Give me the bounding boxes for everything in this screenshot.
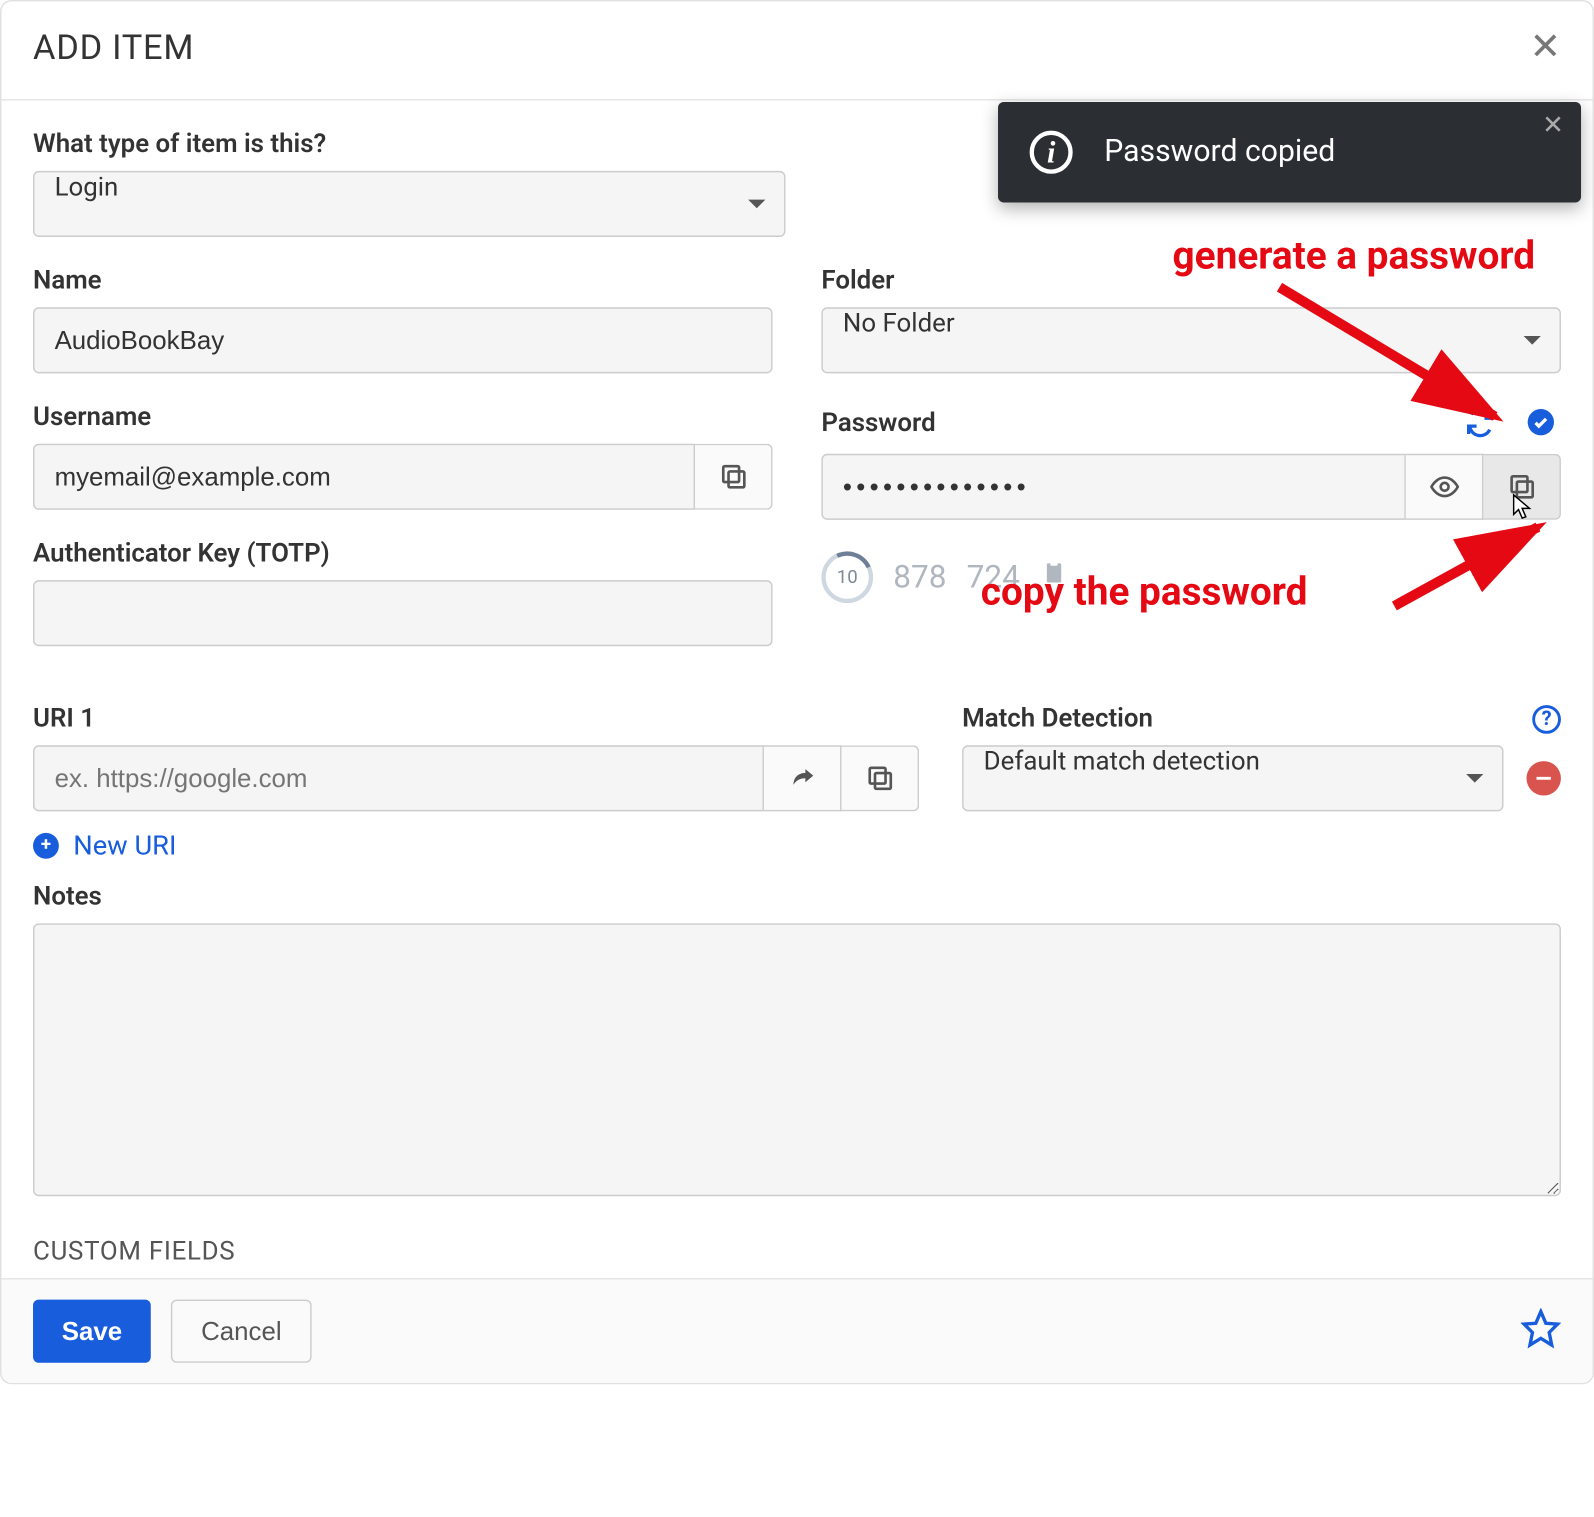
help-icon[interactable]: ? [1532,704,1561,733]
name-input[interactable] [33,307,773,373]
notes-label: Notes [33,882,1561,912]
copy-password-button[interactable] [1483,454,1561,520]
username-label: Username [33,402,773,432]
copy-icon [864,763,896,795]
annotation-generate: generate a password [1172,233,1535,279]
copy-icon [1506,471,1538,503]
modal-footer: Save Cancel [1,1278,1592,1383]
item-type-label: What type of item is this? [33,129,1561,159]
folder-select[interactable]: No Folder [821,307,1561,373]
new-uri-label: New URI [73,829,176,862]
close-icon[interactable]: ✕ [1530,29,1561,66]
star-icon [1521,1308,1561,1348]
plus-circle-icon: + [33,832,59,858]
check-circle-icon [1525,406,1557,438]
new-uri-button[interactable]: + New URI [33,829,919,862]
toggle-password-visibility-button[interactable] [1406,454,1484,520]
totp-input[interactable] [33,580,773,646]
totp-code-a: 878 [893,559,946,595]
refresh-icon [1465,406,1497,438]
totp-label: Authenticator Key (TOTP) [33,539,773,569]
annotation-copy: copy the password [981,569,1308,615]
generate-password-button[interactable] [1460,402,1500,442]
copy-icon [717,461,749,493]
notes-textarea[interactable] [33,923,1561,1196]
eye-icon [1428,471,1460,503]
check-password-button[interactable] [1521,402,1561,442]
match-detection-select[interactable]: Default match detection [962,745,1503,811]
add-item-modal: ADD ITEM ✕ i Password copied ✕ generate … [0,0,1594,1384]
favorite-button[interactable] [1521,1308,1561,1354]
modal-header: ADD ITEM ✕ [1,1,1592,100]
custom-fields-title: CUSTOM FIELDS [33,1236,1561,1266]
password-label: Password [821,407,1460,437]
cancel-button[interactable]: Cancel [171,1300,312,1363]
totp-countdown-ring: 10 [821,551,873,603]
share-icon [786,763,818,795]
copy-username-button[interactable] [695,444,773,510]
match-label: Match Detection [962,704,1532,734]
copy-uri-button[interactable] [841,745,919,811]
totp-countdown-value: 10 [837,567,858,589]
modal-title: ADD ITEM [33,27,1530,67]
password-input[interactable] [821,454,1405,520]
uri-label: URI 1 [33,704,919,734]
username-input[interactable] [33,444,695,510]
item-type-select[interactable]: Login [33,171,785,237]
launch-uri-button[interactable] [764,745,842,811]
minus-icon [1535,770,1552,787]
name-label: Name [33,266,773,296]
save-button[interactable]: Save [33,1300,151,1363]
uri-input[interactable] [33,745,764,811]
remove-uri-button[interactable] [1526,761,1560,795]
